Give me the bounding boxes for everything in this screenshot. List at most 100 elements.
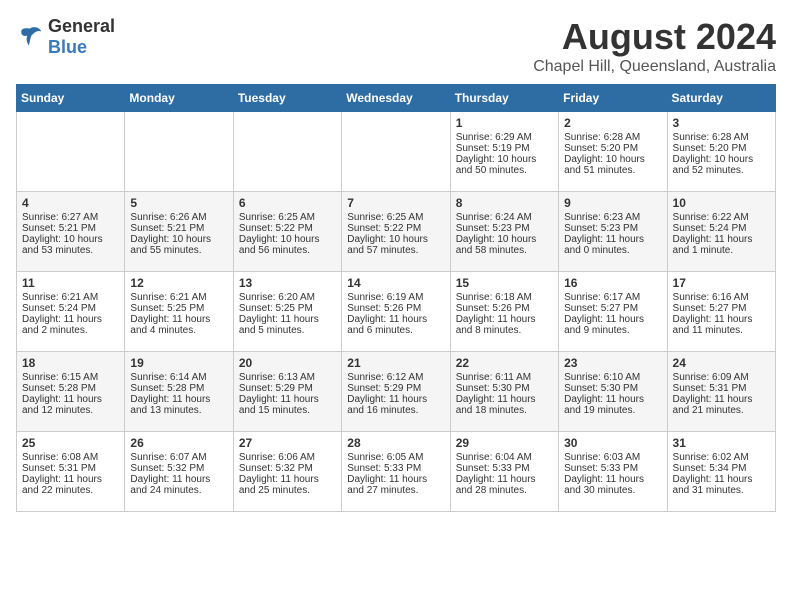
cell-info-line: Sunrise: 6:27 AM [22, 212, 119, 223]
cell-info-line: Sunrise: 6:28 AM [673, 132, 770, 143]
weekday-sunday: Sunday [17, 85, 125, 112]
cell-info-line: Daylight: 11 hours and 16 minutes. [347, 394, 444, 416]
logo: General Blue [16, 16, 115, 58]
cell-info-line: Daylight: 10 hours and 55 minutes. [130, 234, 227, 256]
cell-info-line: Sunrise: 6:07 AM [130, 452, 227, 463]
cell-info-line: Sunrise: 6:23 AM [564, 212, 661, 223]
day-number: 10 [673, 196, 770, 210]
weekday-header-row: SundayMondayTuesdayWednesdayThursdayFrid… [17, 85, 776, 112]
cell-info-line: Sunrise: 6:19 AM [347, 292, 444, 303]
cell-info-line: Daylight: 11 hours and 21 minutes. [673, 394, 770, 416]
day-number: 2 [564, 116, 661, 130]
cell-info-line: Sunrise: 6:24 AM [456, 212, 553, 223]
calendar-cell [17, 112, 125, 192]
cell-info-line: Daylight: 10 hours and 52 minutes. [673, 154, 770, 176]
cell-info-line: Daylight: 11 hours and 31 minutes. [673, 474, 770, 496]
weekday-thursday: Thursday [450, 85, 558, 112]
cell-info-line: Sunrise: 6:14 AM [130, 372, 227, 383]
week-row-2: 4Sunrise: 6:27 AMSunset: 5:21 PMDaylight… [17, 192, 776, 272]
cell-info-line: Sunset: 5:32 PM [239, 463, 336, 474]
cell-info-line: Daylight: 11 hours and 13 minutes. [130, 394, 227, 416]
calendar-cell: 15Sunrise: 6:18 AMSunset: 5:26 PMDayligh… [450, 272, 558, 352]
day-number: 18 [22, 356, 119, 370]
cell-info-line: Sunset: 5:26 PM [347, 303, 444, 314]
cell-info-line: Daylight: 11 hours and 12 minutes. [22, 394, 119, 416]
cell-info-line: Sunset: 5:23 PM [456, 223, 553, 234]
cell-info-line: Sunset: 5:28 PM [130, 383, 227, 394]
cell-info-line: Daylight: 11 hours and 25 minutes. [239, 474, 336, 496]
day-number: 5 [130, 196, 227, 210]
week-row-3: 11Sunrise: 6:21 AMSunset: 5:24 PMDayligh… [17, 272, 776, 352]
cell-info-line: Daylight: 11 hours and 0 minutes. [564, 234, 661, 256]
cell-info-line: Sunrise: 6:06 AM [239, 452, 336, 463]
cell-info-line: Daylight: 10 hours and 51 minutes. [564, 154, 661, 176]
day-number: 12 [130, 276, 227, 290]
cell-info-line: Sunrise: 6:03 AM [564, 452, 661, 463]
day-number: 7 [347, 196, 444, 210]
logo-text: General Blue [48, 16, 115, 58]
logo-bird-icon [16, 23, 44, 51]
cell-info-line: Sunrise: 6:08 AM [22, 452, 119, 463]
cell-info-line: Sunset: 5:31 PM [22, 463, 119, 474]
day-number: 19 [130, 356, 227, 370]
cell-info-line: Sunrise: 6:13 AM [239, 372, 336, 383]
cell-info-line: Sunset: 5:22 PM [239, 223, 336, 234]
calendar-cell: 29Sunrise: 6:04 AMSunset: 5:33 PMDayligh… [450, 432, 558, 512]
cell-info-line: Sunset: 5:25 PM [130, 303, 227, 314]
cell-info-line: Sunrise: 6:10 AM [564, 372, 661, 383]
cell-info-line: Sunrise: 6:26 AM [130, 212, 227, 223]
calendar-cell: 1Sunrise: 6:29 AMSunset: 5:19 PMDaylight… [450, 112, 558, 192]
calendar-body: 1Sunrise: 6:29 AMSunset: 5:19 PMDaylight… [17, 112, 776, 512]
day-number: 27 [239, 436, 336, 450]
sub-title: Chapel Hill, Queensland, Australia [533, 58, 776, 76]
calendar-cell: 21Sunrise: 6:12 AMSunset: 5:29 PMDayligh… [342, 352, 450, 432]
cell-info-line: Daylight: 11 hours and 2 minutes. [22, 314, 119, 336]
cell-info-line: Sunset: 5:33 PM [347, 463, 444, 474]
calendar-cell: 16Sunrise: 6:17 AMSunset: 5:27 PMDayligh… [559, 272, 667, 352]
day-number: 24 [673, 356, 770, 370]
calendar-cell: 11Sunrise: 6:21 AMSunset: 5:24 PMDayligh… [17, 272, 125, 352]
cell-info-line: Sunrise: 6:20 AM [239, 292, 336, 303]
cell-info-line: Sunset: 5:30 PM [456, 383, 553, 394]
calendar-cell: 30Sunrise: 6:03 AMSunset: 5:33 PMDayligh… [559, 432, 667, 512]
cell-info-line: Daylight: 11 hours and 28 minutes. [456, 474, 553, 496]
day-number: 31 [673, 436, 770, 450]
cell-info-line: Sunrise: 6:17 AM [564, 292, 661, 303]
cell-info-line: Sunset: 5:27 PM [673, 303, 770, 314]
cell-info-line: Daylight: 10 hours and 53 minutes. [22, 234, 119, 256]
cell-info-line: Sunrise: 6:18 AM [456, 292, 553, 303]
day-number: 6 [239, 196, 336, 210]
calendar-cell: 20Sunrise: 6:13 AMSunset: 5:29 PMDayligh… [233, 352, 341, 432]
calendar-cell: 25Sunrise: 6:08 AMSunset: 5:31 PMDayligh… [17, 432, 125, 512]
cell-info-line: Daylight: 11 hours and 11 minutes. [673, 314, 770, 336]
cell-info-line: Sunrise: 6:11 AM [456, 372, 553, 383]
calendar-cell: 27 Sunrise: 6:06 AMSunset: 5:32 PMDayligh… [233, 432, 341, 512]
weekday-tuesday: Tuesday [233, 85, 341, 112]
cell-info-line: Daylight: 11 hours and 1 minute. [673, 234, 770, 256]
cell-info-line: Sunset: 5:34 PM [673, 463, 770, 474]
calendar-cell [233, 112, 341, 192]
day-number: 30 [564, 436, 661, 450]
weekday-friday: Friday [559, 85, 667, 112]
cell-info-line: Sunrise: 6:21 AM [22, 292, 119, 303]
cell-info-line: Sunrise: 6:12 AM [347, 372, 444, 383]
day-number: 23 [564, 356, 661, 370]
cell-info-line: Daylight: 11 hours and 18 minutes. [456, 394, 553, 416]
week-row-1: 1Sunrise: 6:29 AMSunset: 5:19 PMDaylight… [17, 112, 776, 192]
cell-info-line: Sunrise: 6:25 AM [239, 212, 336, 223]
cell-info-line: Daylight: 11 hours and 30 minutes. [564, 474, 661, 496]
cell-info-line: Sunrise: 6:15 AM [22, 372, 119, 383]
cell-info-line: Daylight: 10 hours and 58 minutes. [456, 234, 553, 256]
cell-info-line: Sunrise: 6:05 AM [347, 452, 444, 463]
calendar-cell: 26Sunrise: 6:07 AMSunset: 5:32 PMDayligh… [125, 432, 233, 512]
cell-info-line: Sunset: 5:30 PM [564, 383, 661, 394]
day-number: 25 [22, 436, 119, 450]
day-number: 21 [347, 356, 444, 370]
calendar-cell: 2Sunrise: 6:28 AMSunset: 5:20 PMDaylight… [559, 112, 667, 192]
logo-general: General [48, 16, 115, 36]
cell-info-line: Daylight: 10 hours and 56 minutes. [239, 234, 336, 256]
calendar-cell: 7Sunrise: 6:25 AMSunset: 5:22 PMDaylight… [342, 192, 450, 272]
header: General Blue August 2024 Chapel Hill, Qu… [16, 16, 776, 76]
logo-blue: Blue [48, 37, 87, 57]
cell-info-line: Sunrise: 6:25 AM [347, 212, 444, 223]
